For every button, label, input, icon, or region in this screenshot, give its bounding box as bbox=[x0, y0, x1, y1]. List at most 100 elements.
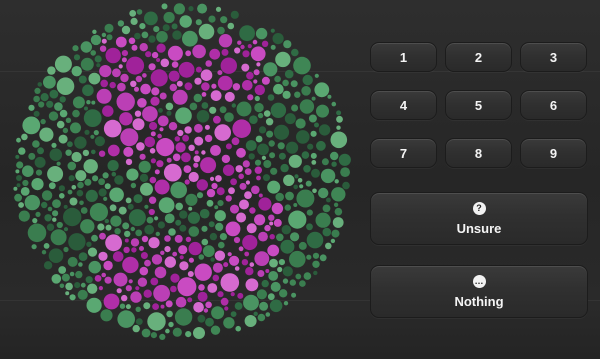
plate-dot bbox=[299, 280, 306, 287]
plate-dot bbox=[135, 75, 143, 83]
plate-dot bbox=[253, 311, 258, 316]
digit-9-button[interactable]: 9 bbox=[520, 138, 587, 168]
plate-dot bbox=[142, 73, 147, 78]
digit-4-button[interactable]: 4 bbox=[370, 90, 437, 120]
plate-dot bbox=[327, 94, 332, 99]
plate-dot bbox=[267, 94, 275, 101]
plate-dot bbox=[214, 250, 226, 261]
plate-dot bbox=[28, 104, 35, 111]
nothing-button[interactable]: … Nothing bbox=[370, 265, 588, 318]
plate-dot bbox=[132, 118, 145, 131]
plate-dot bbox=[187, 211, 200, 224]
plate-dot bbox=[87, 247, 98, 257]
plate-dot bbox=[151, 87, 160, 96]
plate-dot bbox=[293, 184, 299, 190]
digit-3-button[interactable]: 3 bbox=[520, 42, 587, 72]
plate-dot bbox=[201, 225, 208, 232]
plate-dot bbox=[121, 25, 131, 35]
digit-5-button[interactable]: 5 bbox=[445, 90, 512, 120]
plate-dot bbox=[263, 62, 278, 77]
plate-dot bbox=[210, 176, 215, 181]
digit-7-button[interactable]: 7 bbox=[370, 138, 437, 168]
plate-dot bbox=[126, 56, 145, 75]
plate-dot bbox=[200, 69, 213, 81]
plate-dot bbox=[302, 74, 313, 86]
plate-dot bbox=[104, 276, 112, 284]
plate-dot bbox=[67, 256, 78, 267]
plate-dot bbox=[28, 152, 36, 160]
plate-dot bbox=[250, 46, 266, 62]
digit-2-button[interactable]: 2 bbox=[445, 42, 512, 72]
plate-dot bbox=[282, 79, 289, 87]
digit-label: 4 bbox=[399, 97, 408, 113]
plate-dot bbox=[41, 250, 47, 255]
digit-1-button[interactable]: 1 bbox=[370, 42, 437, 72]
plate-dot bbox=[316, 104, 329, 118]
plate-dot bbox=[247, 94, 254, 101]
plate-dot bbox=[233, 236, 241, 244]
plate-dot bbox=[71, 185, 77, 190]
plate-dot bbox=[313, 270, 318, 276]
digit-6-button[interactable]: 6 bbox=[520, 90, 587, 120]
plate-dot bbox=[114, 228, 121, 235]
plate-dot bbox=[87, 283, 98, 294]
plate-dot bbox=[284, 113, 296, 125]
plate-dot bbox=[80, 57, 94, 71]
ishihara-plate bbox=[0, 0, 360, 359]
plate-dot bbox=[18, 202, 24, 208]
plate-dot bbox=[144, 204, 149, 209]
plate-dot bbox=[138, 160, 151, 173]
plate-dot bbox=[294, 174, 299, 179]
plate-dot bbox=[206, 188, 216, 198]
plate-dot bbox=[15, 169, 20, 174]
plate-dot bbox=[143, 302, 151, 310]
plate-dot bbox=[122, 222, 130, 230]
plate-dot bbox=[182, 134, 190, 142]
digit-label: 2 bbox=[474, 49, 483, 65]
plate-dot bbox=[168, 228, 176, 236]
plate-dot bbox=[290, 232, 300, 242]
plate-dot bbox=[107, 144, 120, 157]
plate-dot bbox=[84, 106, 88, 111]
plate-dot bbox=[160, 304, 165, 309]
plate-dot bbox=[124, 230, 131, 238]
plate-dot bbox=[164, 213, 175, 224]
plate-dot bbox=[115, 36, 127, 48]
plate-dot bbox=[234, 302, 243, 310]
plate-dot bbox=[144, 136, 156, 148]
plate-dot bbox=[188, 257, 194, 263]
plate-dot bbox=[273, 124, 290, 140]
plate-dot bbox=[225, 221, 241, 237]
plate-dot bbox=[312, 260, 320, 268]
plate-dot bbox=[52, 199, 61, 209]
plate-dot bbox=[283, 301, 289, 306]
plate-dot bbox=[103, 293, 120, 310]
plate-dot bbox=[100, 79, 108, 88]
plate-dot bbox=[154, 179, 170, 195]
plate-dot bbox=[47, 206, 53, 212]
plate-dot bbox=[96, 63, 101, 68]
plate-dot bbox=[125, 304, 131, 310]
plate-dot bbox=[117, 20, 125, 27]
plate-dot bbox=[150, 158, 156, 164]
plate-dot bbox=[291, 48, 299, 57]
plate-dot bbox=[149, 121, 158, 131]
plate-dot bbox=[99, 232, 106, 240]
plate-dot bbox=[269, 258, 278, 268]
plate-dot bbox=[141, 235, 149, 243]
plate-dot bbox=[84, 178, 92, 186]
plate-dot bbox=[162, 24, 170, 32]
ellipsis-icon: … bbox=[472, 274, 486, 288]
plate-dot bbox=[16, 175, 22, 181]
plate-dot bbox=[77, 289, 88, 300]
plate-dot bbox=[185, 193, 198, 206]
plate-dot bbox=[330, 131, 348, 149]
plate-dot bbox=[80, 207, 88, 214]
digit-8-button[interactable]: 8 bbox=[445, 138, 512, 168]
plate-dot bbox=[119, 303, 126, 309]
plate-dot bbox=[124, 238, 129, 243]
unsure-button[interactable]: ? Unsure bbox=[370, 192, 588, 245]
plate-dot bbox=[253, 69, 260, 76]
plate-dot bbox=[171, 23, 178, 30]
plate-dot bbox=[270, 28, 275, 33]
